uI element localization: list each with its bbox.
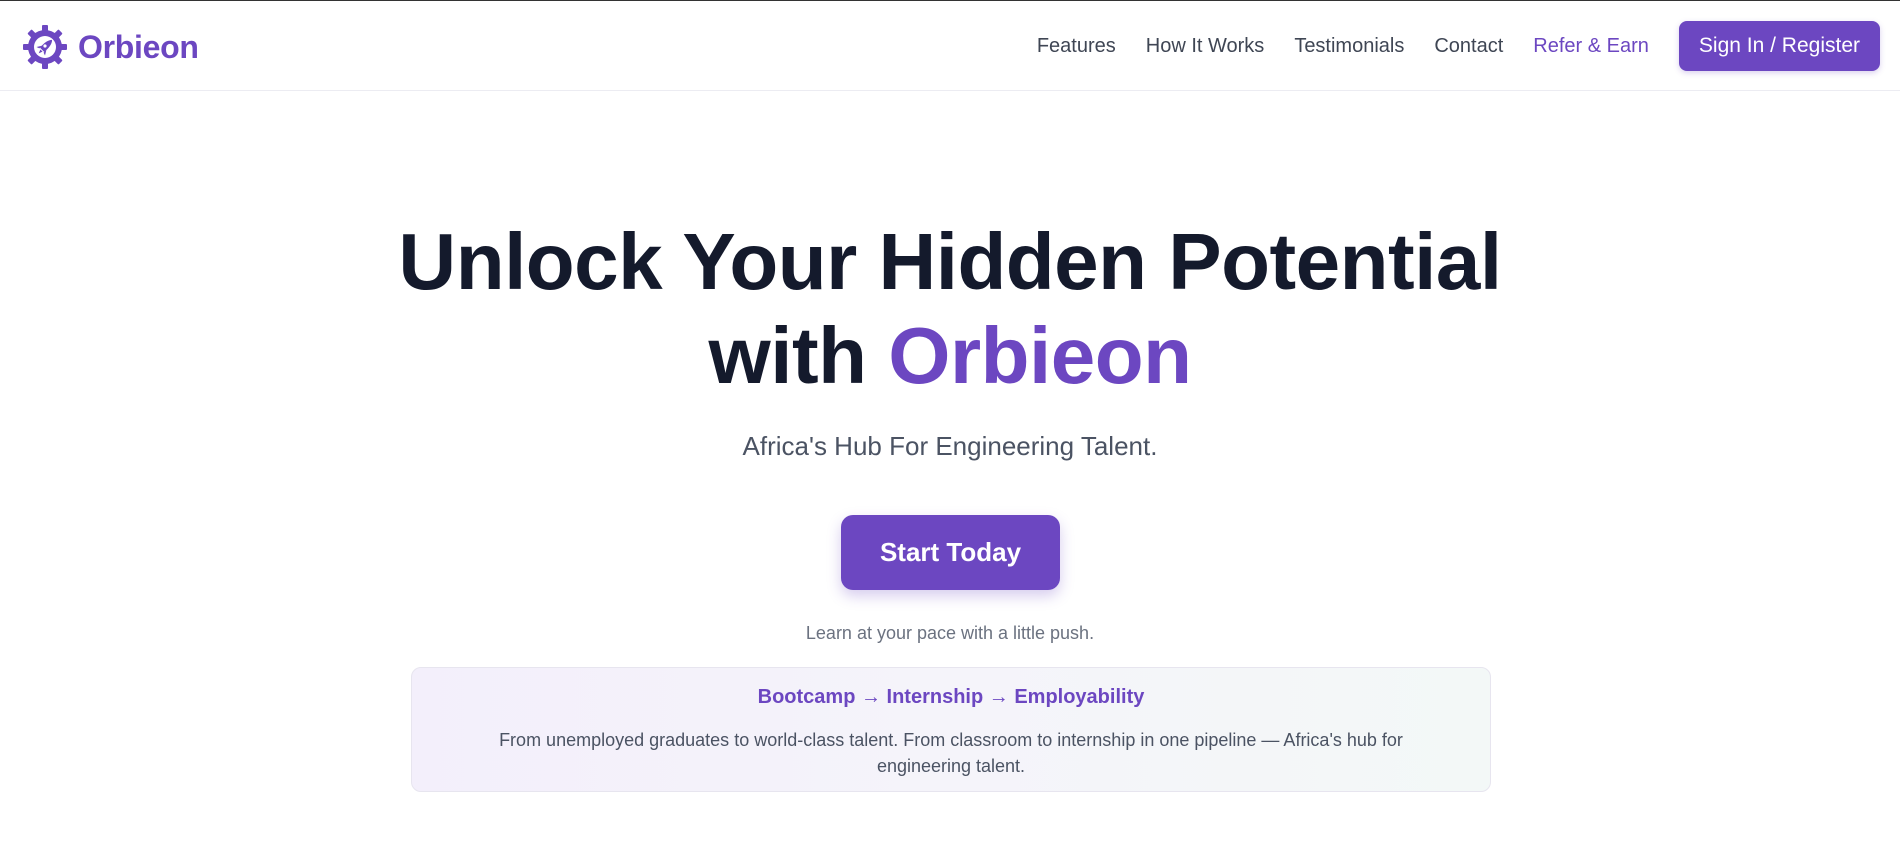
sign-in-register-button[interactable]: Sign In / Register [1678,21,1880,71]
brand-logo-link[interactable]: Orbieon [20,23,199,71]
hero-title-brand: Orbieon [888,311,1192,400]
brand-name: Orbieon [78,28,199,65]
hero-title-with: with [708,311,867,400]
site-header: Orbieon Features How It Works Testimonia… [0,1,1900,91]
pipeline-card: Bootcamp → Internship → Employability Fr… [411,667,1491,792]
pipeline-card-text: From unemployed graduates to world-class… [499,730,1403,776]
main-nav: Features How It Works Testimonials Conta… [1037,21,1880,71]
nav-link-contact[interactable]: Contact [1434,35,1503,58]
nav-link-testimonials[interactable]: Testimonials [1294,35,1404,58]
pipeline-card-title: Bootcamp → Internship → Employability [757,686,1145,708]
hero-title: Unlock Your Hidden Potential with Orbieo… [0,215,1900,403]
rocket-gear-icon [20,22,70,72]
hero-subtitle: Africa's Hub For Engineering Talent. [742,431,1158,461]
nav-link-features[interactable]: Features [1037,35,1116,58]
nav-link-how-it-works[interactable]: How It Works [1146,35,1265,58]
hero-tagline: Learn at your pace with a little push. [805,623,1095,643]
start-today-button[interactable]: Start Today [841,515,1060,590]
hero-title-line1: Unlock Your Hidden Potential [398,217,1502,306]
nav-link-refer-earn[interactable]: Refer & Earn [1533,35,1649,58]
